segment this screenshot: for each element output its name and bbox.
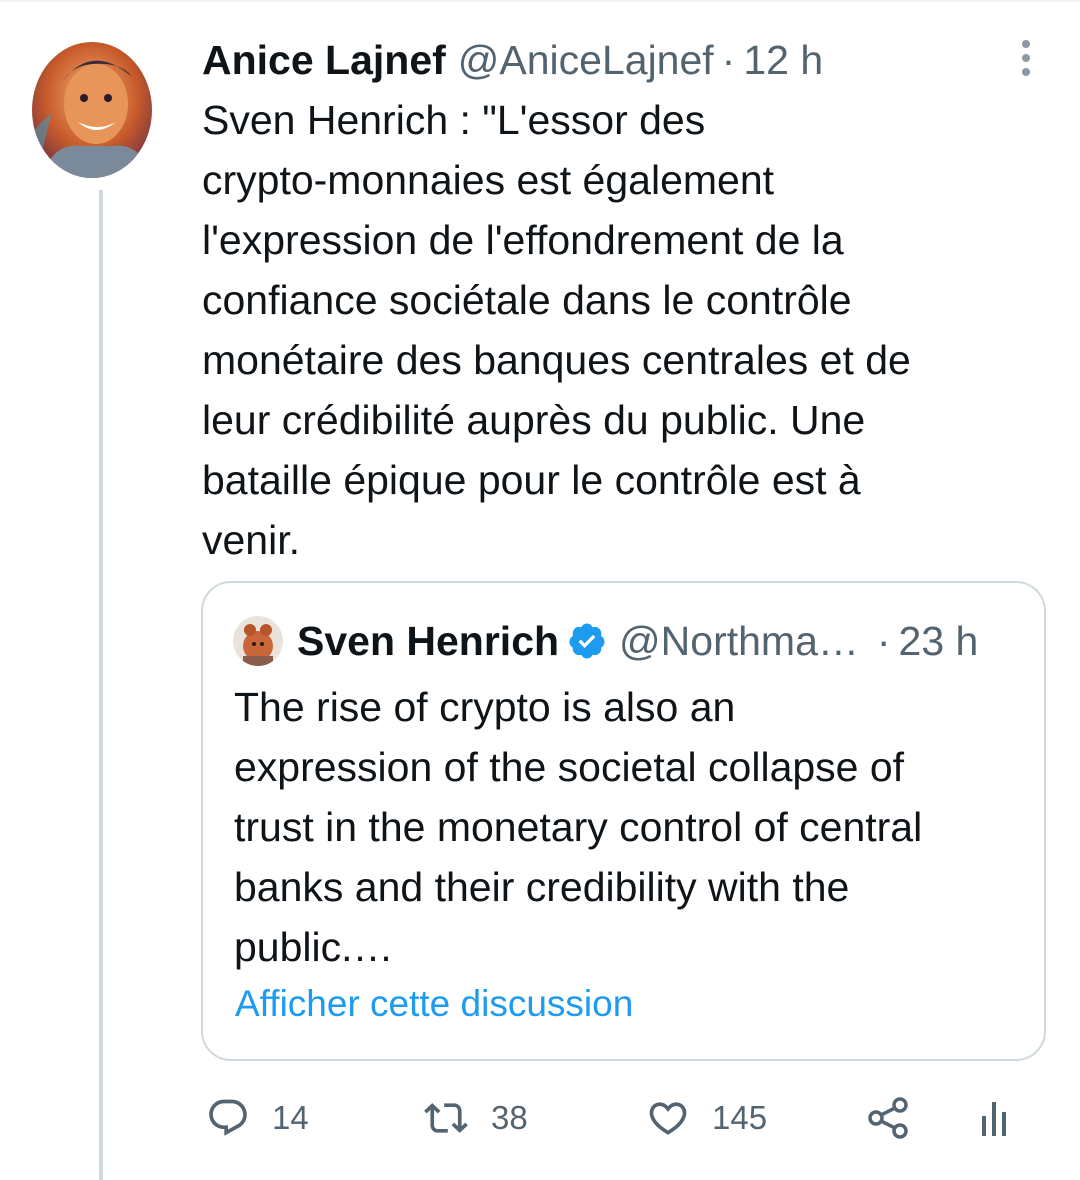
- reply-icon: [206, 1096, 250, 1140]
- analytics-icon: [980, 1096, 1008, 1140]
- more-icon[interactable]: [1014, 36, 1038, 80]
- quoted-tweet-text: The rise of crypto is also an expression…: [234, 684, 923, 970]
- quoted-tweet-header: Sven Henrich @Northma… · 23 h: [233, 613, 978, 669]
- quoted-separator-dot: ·: [876, 617, 891, 664]
- like-icon: [646, 1096, 690, 1140]
- tweet-header: Anice Lajnef @AniceLajnef · 12 h: [202, 30, 823, 90]
- thread-line: [99, 190, 103, 1180]
- like-count: 145: [712, 1099, 768, 1136]
- share-icon: [866, 1096, 912, 1140]
- quoted-author-name: Sven Henrich: [297, 617, 560, 664]
- verified-icon: [567, 621, 607, 661]
- tweet-actions-bar: 14 38 145: [0, 1090, 1080, 1150]
- author-avatar[interactable]: [32, 42, 152, 178]
- author-name[interactable]: Anice Lajnef: [202, 37, 446, 84]
- separator-dot: ·: [721, 36, 736, 83]
- reply-count: 14: [272, 1099, 309, 1136]
- retweet-count: 38: [491, 1099, 528, 1136]
- analytics-button[interactable]: [980, 1096, 1008, 1140]
- retweet-icon: [423, 1096, 469, 1140]
- retweet-button[interactable]: 38: [423, 1096, 528, 1140]
- quoted-tweet-card[interactable]: Sven Henrich @Northma… · 23 h The rise o…: [201, 581, 1046, 1061]
- like-button[interactable]: 145: [646, 1096, 767, 1140]
- tweet-text: Sven Henrich : "L'essor des crypto-monna…: [202, 97, 911, 563]
- share-button[interactable]: [866, 1096, 912, 1140]
- quoted-author-handle: @Northma…: [619, 617, 859, 664]
- show-thread-link[interactable]: Afficher cette discussion: [235, 983, 633, 1025]
- quoted-author-avatar: [233, 616, 283, 666]
- tweet-time[interactable]: 12 h: [743, 37, 823, 84]
- author-handle[interactable]: @AniceLajnef: [458, 37, 714, 84]
- quoted-tweet-time: 23 h: [898, 617, 979, 664]
- reply-button[interactable]: 14: [206, 1096, 309, 1140]
- top-divider: [0, 0, 1080, 2]
